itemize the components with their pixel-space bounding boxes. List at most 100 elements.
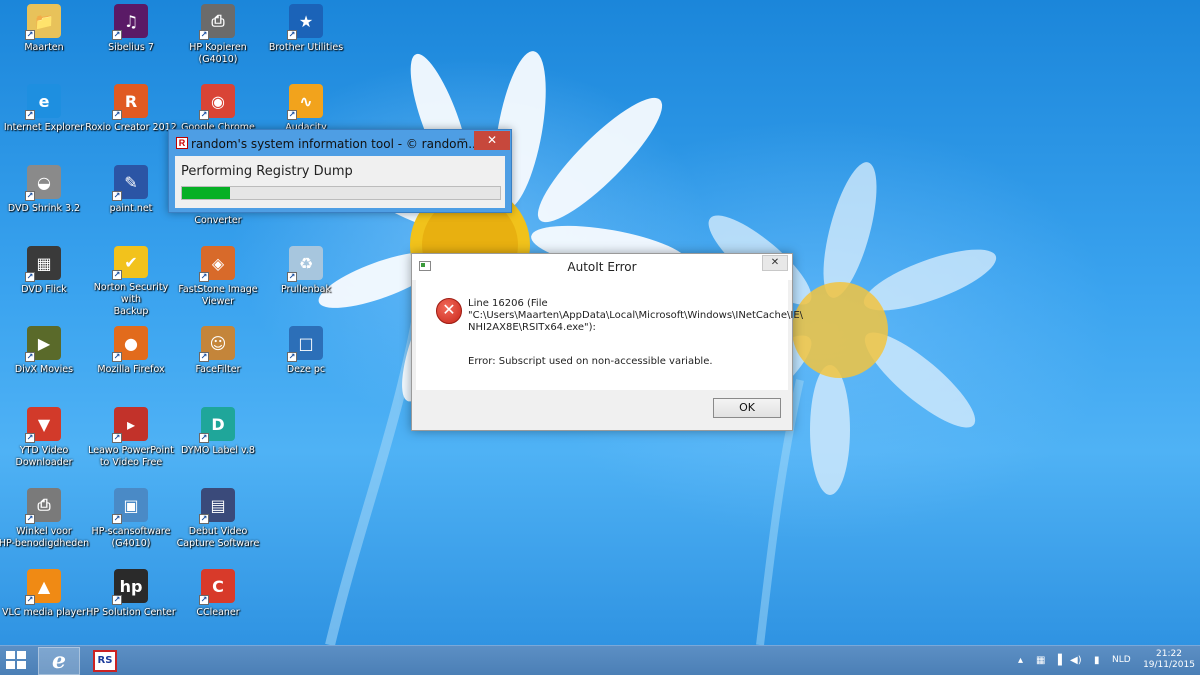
close-button[interactable]: ✕ [474,131,510,150]
desktop-icon-label: Brother Utilities [268,42,344,53]
battery-icon[interactable]: ▮ [1094,655,1100,666]
desktop-icon-label: Leawo PowerPoint to Video Free [88,445,174,468]
ok-button[interactable]: OK [713,398,781,418]
facefilter-icon: ☺ ↗ [199,326,235,362]
desktop-icon-brother-utilities[interactable]: ★ ↗ Brother Utilities [262,0,350,76]
desktop-icon-this-pc[interactable]: □ ↗ Deze pc [262,322,350,398]
shortcut-arrow-icon: ↗ [112,270,122,280]
hp-solution-icon: hp ↗ [112,569,148,605]
shortcut-arrow-icon: ↗ [287,30,297,40]
minimize-button[interactable]: – [451,132,473,150]
desktop-icon-label: FaceFilter [195,364,241,375]
windows-logo-pane [17,651,26,659]
hp-copier-icon: ⎙ ↗ [199,4,235,40]
shortcut-arrow-icon: ↗ [25,110,35,120]
volume-icon[interactable]: ◀) [1070,655,1082,666]
desktop-icon-roxio[interactable]: R ↗ Roxio Creator 2012 [85,80,177,156]
taskbar-clock[interactable]: 21:22 19/11/2015 [1140,649,1198,671]
shortcut-arrow-icon: ↗ [112,30,122,40]
desktop-icon-label: DivX Movies [14,364,74,375]
windows-logo-icon [6,651,15,659]
desktop-icon-facefilter[interactable]: ☺ ↗ FaceFilter [174,322,262,398]
desktop-icon-label: VLC media player [2,607,86,618]
desktop-icon-ccleaner[interactable]: C ↗ CCleaner [174,565,262,641]
shortcut-arrow-icon: ↗ [199,514,209,524]
autoit-error-dialog[interactable]: AutoIt Error ✕ ✕ Line 16206 (File "C:\Us… [411,253,804,431]
shortcut-arrow-icon: ↗ [199,433,209,443]
rsit-app-icon: R [176,137,188,149]
taskbar-rsit[interactable]: RS [84,647,126,675]
leawo-icon: ▸ ↗ [112,407,148,443]
dialog-close-button[interactable]: ✕ [762,255,788,271]
desktop-icon-label: HP-scansoftware (G4010) [91,526,171,549]
window-titlebar[interactable]: R random's system information tool - © r… [169,130,511,156]
desktop-icon-faststone[interactable]: ◈ ↗ FastStone Image Viewer [174,242,262,318]
desktop-icon-label: DVD Flick [21,284,67,295]
desktop-icon-label: Debut Video Capture Software [176,526,260,549]
norton-icon: ✔ ↗ [112,246,148,280]
user-folder-icon: 📁 ↗ [25,4,61,40]
start-button[interactable] [6,651,28,671]
desktop-icon-label: Norton Security with Backup [93,282,169,317]
shortcut-arrow-icon: ↗ [112,110,122,120]
chrome-icon: ◉ ↗ [199,84,235,120]
desktop-icon-paintnet[interactable]: ✎ ↗ paint.net [87,161,175,237]
shortcut-arrow-icon: ↗ [112,191,122,201]
shortcut-arrow-icon: ↗ [287,110,297,120]
taskbar-internet-explorer[interactable]: e [38,647,80,675]
ytd-icon: ▼ ↗ [25,407,61,443]
shortcut-arrow-icon: ↗ [199,352,209,362]
show-hidden-icons-icon[interactable]: ▴ [1018,655,1023,666]
debut-icon: ▤ ↗ [199,488,235,524]
vlc-icon: ▲ ↗ [25,569,61,605]
shortcut-arrow-icon: ↗ [25,30,35,40]
desktop-icon-dvd-flick[interactable]: ▦ ↗ DVD Flick [0,242,88,318]
progress-bar-fill [182,187,230,199]
network-signal-icon[interactable]: ▐ [1054,655,1062,666]
divx-icon: ▶ ↗ [25,326,61,362]
dialog-titlebar[interactable]: AutoIt Error ✕ [412,254,792,280]
desktop-icon-label: FastStone Image Viewer [178,284,258,307]
dvd-flick-icon: ▦ ↗ [25,246,61,282]
desktop-icon-firefox[interactable]: ● ↗ Mozilla Firefox [87,322,175,398]
desktop-icon-label: DYMO Label v.8 [181,445,255,456]
desktop-icon-sibelius[interactable]: ♫ ↗ Sibelius 7 [87,0,175,76]
desktop-icon-label: paint.net [109,203,153,214]
shortcut-arrow-icon: ↗ [25,514,35,524]
error-file-path: "C:\Users\Maarten\AppData\Local\Microsof… [468,310,804,321]
desktop-icon-user-folder[interactable]: 📁 ↗ Maarten [0,0,88,76]
dvd-shrink-icon: ◒ ↗ [25,165,61,201]
input-language[interactable]: NLD [1112,655,1131,665]
desktop-icon-hp-solution[interactable]: hp ↗ HP Solution Center [86,565,176,641]
desktop-icon-label: DVD Shrink 3.2 [7,203,81,214]
desktop-icon-label: Sibelius 7 [108,42,154,53]
desktop-icon-internet-explorer[interactable]: e ↗ Internet Explorer [0,80,88,156]
action-center-flag-icon[interactable]: ▦ [1036,655,1045,666]
clock-date: 19/11/2015 [1143,660,1195,670]
window-client-area: Performing Registry Dump [175,156,505,208]
shortcut-arrow-icon: ↗ [287,272,297,282]
desktop-icon-hp-copier[interactable]: ⎙ ↗ HP Kopieren (G4010) [174,0,262,76]
taskbar: e RS ▴ ▦ ▐ ◀) ▮ NLD 21:22 19/11/2015 [0,645,1200,675]
desktop-icon-hp-supplies[interactable]: ⎙ ↗ Winkel voor HP-benodigdheden [0,484,89,560]
desktop-icon-debut[interactable]: ▤ ↗ Debut Video Capture Software [174,484,262,560]
audacity-icon: ∿ ↗ [287,84,323,120]
desktop-icon-leawo[interactable]: ▸ ↗ Leawo PowerPoint to Video Free [87,403,175,479]
desktop-icon-divx[interactable]: ▶ ↗ DivX Movies [0,322,88,398]
desktop-icon-vlc[interactable]: ▲ ↗ VLC media player [0,565,88,641]
shortcut-arrow-icon: ↗ [112,514,122,524]
rsit-progress-window[interactable]: R random's system information tool - © r… [168,129,512,213]
desktop-icon-dymo[interactable]: D ↗ DYMO Label v.8 [174,403,262,479]
shortcut-arrow-icon: ↗ [199,30,209,40]
desktop-icon-dvd-shrink[interactable]: ◒ ↗ DVD Shrink 3.2 [0,161,88,237]
windows-logo-pane [17,661,26,669]
desktop-icon-hp-scan[interactable]: ▣ ↗ HP-scansoftware (G4010) [87,484,175,560]
hp-supplies-icon: ⎙ ↗ [25,488,61,524]
desktop-icon-recycle-bin[interactable]: ♻ ↗ Prullenbak [262,242,350,318]
shortcut-arrow-icon: ↗ [25,191,35,201]
desktop-icon-label: Deze pc [286,364,326,375]
desktop-icon-label: Mozilla Firefox [97,364,165,375]
desktop-icon-ytd[interactable]: ▼ ↗ YTD Video Downloader [0,403,88,479]
sibelius-icon: ♫ ↗ [112,4,148,40]
desktop-icon-norton[interactable]: ✔ ↗ Norton Security with Backup [87,242,175,318]
